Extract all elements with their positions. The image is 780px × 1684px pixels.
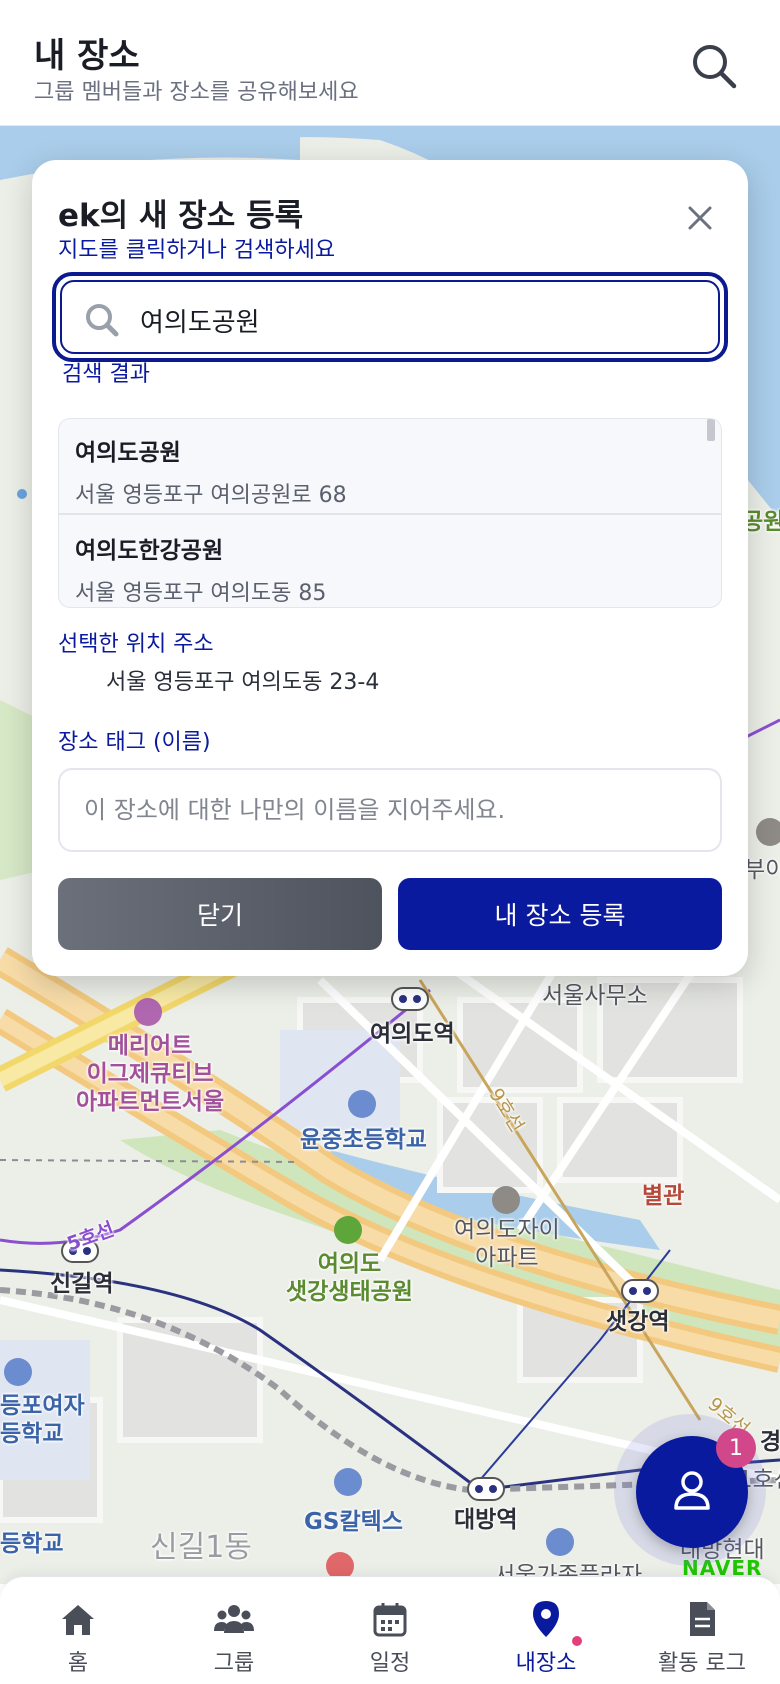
results-scrollbar[interactable] bbox=[707, 419, 715, 441]
selected-address-label: 선택한 위치 주소 bbox=[58, 632, 214, 657]
map-label-school: 등학교 bbox=[0, 1531, 64, 1557]
place-search-field[interactable] bbox=[60, 280, 720, 354]
place-tag-field[interactable] bbox=[58, 768, 722, 852]
map-label-daebang-station: 대방역 bbox=[454, 1507, 518, 1533]
map-label-girls-school: 등포여자 등학교 bbox=[0, 1393, 85, 1447]
active-indicator-dot bbox=[572, 1636, 582, 1646]
register-place-button[interactable]: 내 장소 등록 bbox=[398, 878, 722, 950]
notification-badge: 1 bbox=[716, 1428, 756, 1468]
nav-label: 내장소 bbox=[515, 1651, 577, 1676]
map-label-gs-caltex: GS칼텍스 bbox=[304, 1509, 403, 1535]
nav-item-my-places[interactable]: 내장소 bbox=[468, 1577, 624, 1684]
map-label-saetgang-park: 여의도 샛강생태공원 bbox=[286, 1251, 413, 1305]
map-label-yeouido-xi: 여의도자이 아파트 bbox=[454, 1217, 560, 1271]
search-results-list[interactable]: 여의도공원 서울 영등포구 여의공원로 68 여의도한강공원 서울 영등포구 여… bbox=[58, 418, 722, 608]
result-address: 서울 영등포구 여의공원로 68 bbox=[75, 483, 347, 508]
result-address: 서울 영등포구 여의도동 85 bbox=[75, 581, 327, 606]
search-result-item[interactable]: 여의도한강공원 서울 영등포구 여의도동 85 bbox=[59, 517, 721, 607]
map-label-yunjung-school: 윤중초등학교 bbox=[300, 1127, 427, 1153]
search-result-item[interactable]: 여의도공원 서울 영등포구 여의공원로 68 bbox=[59, 419, 721, 515]
search-icon bbox=[82, 300, 122, 340]
document-icon bbox=[682, 1599, 722, 1639]
place-tag-input[interactable] bbox=[84, 784, 694, 836]
selected-address: 서울 영등포구 여의도동 23-4 bbox=[106, 670, 380, 695]
search-icon[interactable] bbox=[688, 40, 740, 92]
calendar-icon bbox=[370, 1599, 410, 1639]
register-place-modal: ek의 새 장소 등록 지도를 클릭하거나 검색하세요 검색 결과 여의도공원 … bbox=[32, 160, 748, 976]
place-tag-label: 장소 태그 (이름) bbox=[58, 730, 211, 755]
map-label-seoul-office: 서울사무소 bbox=[542, 983, 648, 1009]
modal-hint: 지도를 클릭하거나 검색하세요 bbox=[58, 238, 336, 263]
nav-item-schedule[interactable]: 일정 bbox=[312, 1577, 468, 1684]
home-icon bbox=[58, 1599, 98, 1639]
nav-label: 홈 bbox=[67, 1651, 89, 1676]
page-title: 내 장소 bbox=[34, 36, 140, 76]
result-name: 여의도한강공원 bbox=[75, 538, 224, 564]
map-label-annex: 별관 bbox=[642, 1183, 685, 1209]
search-results-label: 검색 결과 bbox=[62, 362, 150, 387]
map-label-kyung-edge: 경 bbox=[760, 1429, 780, 1455]
place-search-input[interactable] bbox=[140, 294, 700, 346]
close-icon[interactable] bbox=[682, 200, 718, 236]
person-icon bbox=[668, 1466, 716, 1518]
nav-item-group[interactable]: 그룹 bbox=[156, 1577, 312, 1684]
page-subtitle: 그룹 멤버들과 장소를 공유해보세요 bbox=[34, 80, 359, 105]
map-label-yeouido-station: 여의도역 bbox=[370, 1021, 455, 1047]
map-label-buy-edge: 부이 bbox=[744, 857, 780, 883]
nav-item-home[interactable]: 홈 bbox=[0, 1577, 156, 1684]
app-header: 내 장소 그룹 멤버들과 장소를 공유해보세요 bbox=[0, 0, 780, 126]
nav-item-activity-log[interactable]: 활동 로그 bbox=[624, 1577, 780, 1684]
map-label-singil-station: 신길역 bbox=[50, 1271, 114, 1297]
map-label-singil1dong: 신길1동 bbox=[150, 1530, 252, 1565]
nav-label: 활동 로그 bbox=[658, 1651, 746, 1676]
modal-title: ek의 새 장소 등록 bbox=[58, 198, 304, 234]
map-label-saetgang-station: 샛강역 bbox=[606, 1309, 670, 1335]
nav-label: 일정 bbox=[369, 1651, 411, 1676]
location-pin-icon bbox=[526, 1599, 566, 1639]
nav-label: 그룹 bbox=[213, 1651, 255, 1676]
map-label-marriott: 메리어트 이그제큐티브 아파트먼트서울 bbox=[76, 1033, 225, 1115]
close-button[interactable]: 닫기 bbox=[58, 878, 382, 950]
group-icon bbox=[214, 1599, 254, 1639]
result-name: 여의도공원 bbox=[75, 440, 181, 466]
bottom-navigation: 홈 그룹 일정 내장소 활동 로그 bbox=[0, 1576, 780, 1684]
place-search-box[interactable] bbox=[52, 272, 728, 362]
